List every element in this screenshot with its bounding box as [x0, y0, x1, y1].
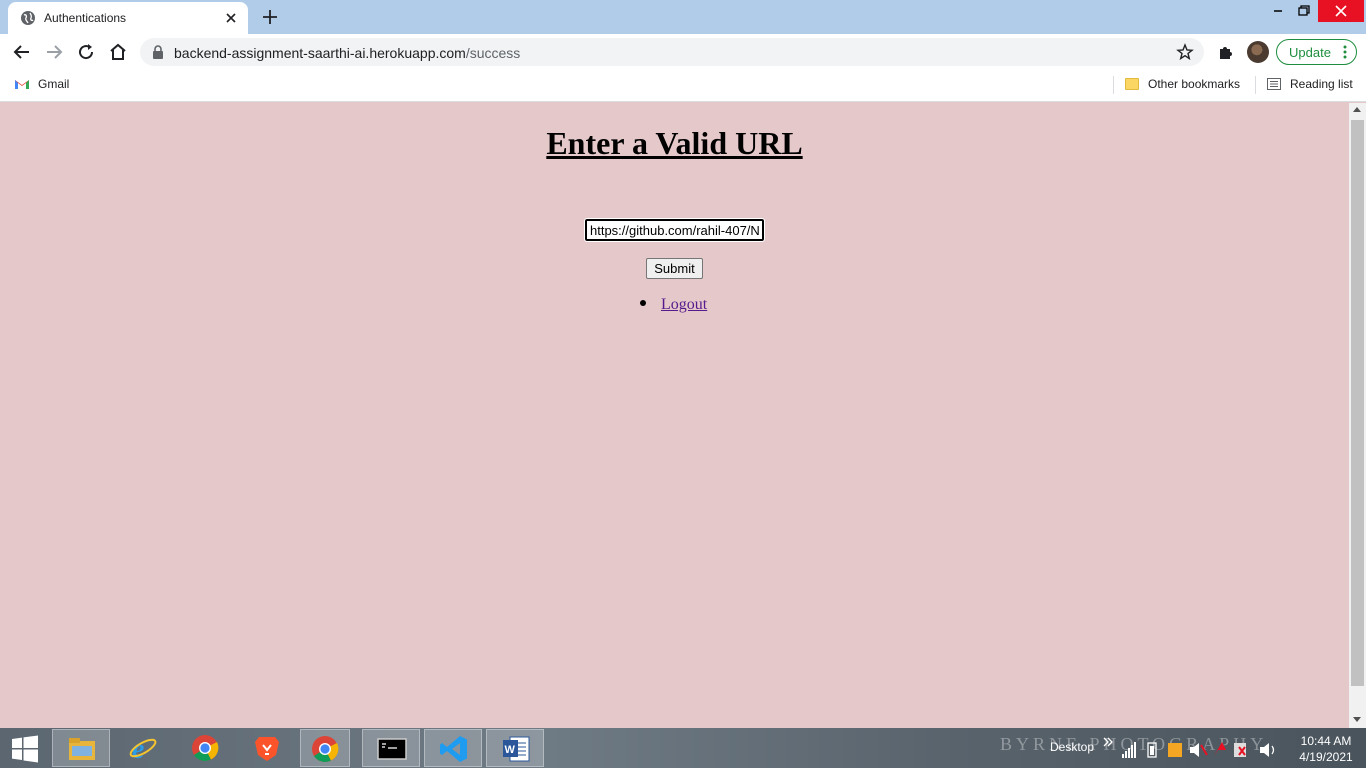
- tab-strip: Authentications: [0, 0, 1366, 34]
- page-title: Enter a Valid URL: [546, 125, 803, 161]
- gmail-icon: [15, 80, 29, 89]
- start-button[interactable]: [0, 729, 50, 767]
- taskbar-word[interactable]: W: [486, 729, 544, 767]
- new-tab-icon[interactable]: [258, 6, 282, 28]
- tab-authentications[interactable]: Authentications: [8, 2, 248, 34]
- logout-link[interactable]: Logout: [661, 296, 707, 313]
- volume-icon: [1260, 743, 1275, 757]
- url-domain: backend-assignment-saarthi-ai.herokuapp.…: [174, 45, 466, 61]
- clock[interactable]: 10:44 AM 4/19/2021: [1290, 733, 1362, 765]
- vscode-icon: [440, 736, 467, 762]
- taskbar-chrome[interactable]: [176, 729, 234, 767]
- clock-time: 10:44 AM: [1300, 734, 1352, 748]
- svg-text:W: W: [505, 744, 516, 756]
- java-update-icon: [1168, 743, 1182, 757]
- page-scrollbar[interactable]: [1349, 103, 1366, 728]
- close-tab-icon[interactable]: [222, 9, 240, 27]
- chrome-icon: [312, 736, 339, 762]
- restore-icon[interactable]: [1292, 0, 1316, 22]
- taskbar-chrome-active[interactable]: [300, 729, 350, 767]
- browser-toolbar: backend-assignment-saarthi-ai.herokuapp.…: [0, 34, 1366, 70]
- desktop-toolbar-label[interactable]: Desktop: [1050, 740, 1094, 754]
- bookmark-divider: [1255, 76, 1256, 94]
- url-input[interactable]: [584, 218, 765, 242]
- url-path: /success: [465, 45, 521, 61]
- bullet: [640, 300, 646, 306]
- folder-icon: [69, 738, 95, 760]
- taskbar-file-explorer[interactable]: [52, 729, 110, 767]
- taskbar: e W BYRNE PHOTOGRAPHY Desktop 10:44 AM 4…: [0, 728, 1366, 768]
- bookmark-other[interactable]: Other bookmarks: [1125, 77, 1240, 91]
- home-icon[interactable]: [106, 40, 130, 64]
- folder-icon: [1125, 78, 1139, 90]
- url-text: backend-assignment-saarthi-ai.herokuapp.…: [174, 45, 520, 61]
- windows-logo-icon: [12, 735, 38, 763]
- battery-icon: [1147, 742, 1157, 758]
- submit-button[interactable]: Submit: [646, 258, 703, 279]
- security-alert-icon: [1234, 743, 1246, 757]
- signal-icon: [1122, 742, 1136, 758]
- globe-icon: [21, 11, 35, 25]
- taskbar-vscode[interactable]: [424, 729, 482, 767]
- reading-list-label: Reading list: [1290, 77, 1353, 91]
- back-icon[interactable]: [10, 40, 34, 64]
- update-label: Update: [1289, 45, 1331, 60]
- reading-list[interactable]: Reading list: [1267, 77, 1353, 91]
- extensions-puzzle-icon[interactable]: [1216, 42, 1236, 62]
- more-vert-icon: [1343, 45, 1347, 59]
- internet-explorer-icon: e: [129, 734, 157, 763]
- window-close-icon[interactable]: [1318, 0, 1364, 22]
- chrome-icon: [192, 735, 219, 761]
- bookmarks-bar: Gmail Other bookmarks Reading list: [0, 70, 1366, 102]
- scroll-thumb[interactable]: [1351, 120, 1364, 686]
- system-tray-icons[interactable]: [1102, 734, 1282, 762]
- brave-lion-icon: [255, 737, 279, 761]
- forward-icon[interactable]: [42, 40, 66, 64]
- bookmark-star-icon[interactable]: [1176, 43, 1194, 61]
- tab-title: Authentications: [44, 11, 127, 25]
- lock-icon[interactable]: [152, 45, 164, 59]
- list-item: Logout: [640, 296, 707, 314]
- taskbar-command-prompt[interactable]: [362, 729, 420, 767]
- bookmark-gmail[interactable]: Gmail: [14, 77, 69, 91]
- profile-avatar[interactable]: [1247, 41, 1269, 63]
- taskbar-brave[interactable]: [238, 729, 296, 767]
- scroll-down-icon[interactable]: [1353, 717, 1361, 722]
- clock-date: 4/19/2021: [1299, 750, 1353, 764]
- update-button[interactable]: Update: [1276, 39, 1357, 65]
- show-more-icon: [1103, 737, 1113, 747]
- bookmark-gmail-label: Gmail: [38, 77, 70, 91]
- address-bar[interactable]: backend-assignment-saarthi-ai.herokuapp.…: [140, 38, 1204, 66]
- scroll-up-icon[interactable]: [1353, 107, 1361, 112]
- reload-icon[interactable]: [74, 40, 98, 64]
- reading-list-icon: [1267, 78, 1281, 90]
- word-icon: W: [503, 736, 530, 762]
- bookmark-divider: [1113, 76, 1114, 94]
- terminal-icon: [377, 738, 407, 760]
- minimize-icon[interactable]: [1266, 0, 1290, 22]
- speaker-muted-icon: [1190, 743, 1208, 757]
- page-content: Enter a Valid URL Submit Logout: [0, 103, 1349, 728]
- acrobat-icon: [1214, 742, 1226, 756]
- taskbar-internet-explorer[interactable]: e: [114, 729, 172, 767]
- bookmark-other-label: Other bookmarks: [1148, 77, 1241, 91]
